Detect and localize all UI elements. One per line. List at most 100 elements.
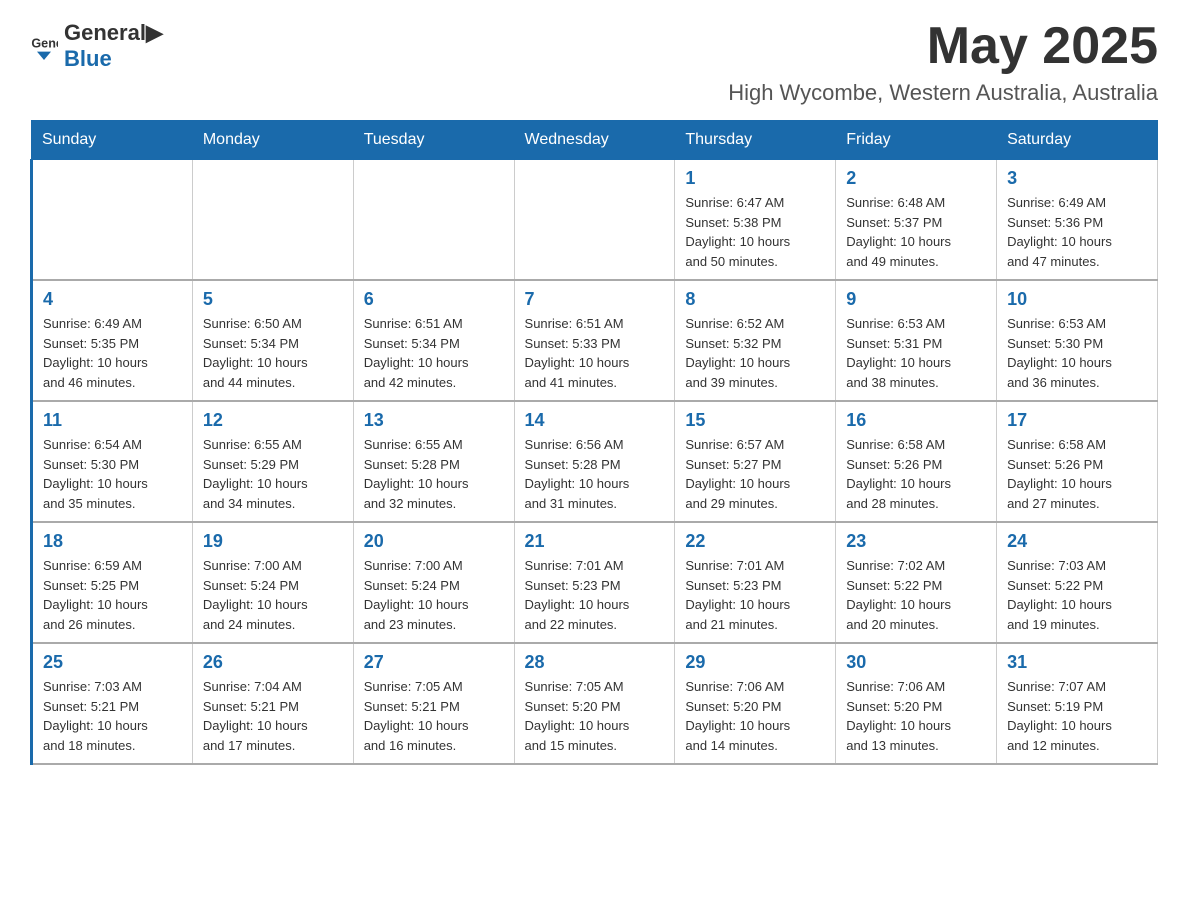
calendar-cell: 6 Sunrise: 6:51 AM Sunset: 5:34 PM Daylig… [353,280,514,401]
day-number: 30 [846,652,986,673]
header-day-thursday: Thursday [675,121,836,160]
day-number: 9 [846,289,986,310]
calendar-cell: 29 Sunrise: 7:06 AM Sunset: 5:20 PM Dayli… [675,643,836,764]
header-day-tuesday: Tuesday [353,121,514,160]
day-info: Sunrise: 6:54 AM Sunset: 5:30 PM Dayligh… [43,435,182,513]
day-info: Sunrise: 6:53 AM Sunset: 5:30 PM Dayligh… [1007,314,1147,392]
logo: General General▶ Blue [30,20,163,72]
day-info: Sunrise: 7:05 AM Sunset: 5:21 PM Dayligh… [364,677,504,755]
day-info: Sunrise: 6:58 AM Sunset: 5:26 PM Dayligh… [1007,435,1147,513]
header-day-monday: Monday [192,121,353,160]
calendar-cell: 20 Sunrise: 7:00 AM Sunset: 5:24 PM Dayli… [353,522,514,643]
day-number: 11 [43,410,182,431]
calendar-cell: 27 Sunrise: 7:05 AM Sunset: 5:21 PM Dayli… [353,643,514,764]
day-info: Sunrise: 6:50 AM Sunset: 5:34 PM Dayligh… [203,314,343,392]
calendar-cell: 17 Sunrise: 6:58 AM Sunset: 5:26 PM Dayli… [997,401,1158,522]
calendar-cell [514,160,675,281]
day-info: Sunrise: 7:07 AM Sunset: 5:19 PM Dayligh… [1007,677,1147,755]
day-info: Sunrise: 7:06 AM Sunset: 5:20 PM Dayligh… [685,677,825,755]
day-number: 10 [1007,289,1147,310]
header-day-friday: Friday [836,121,997,160]
day-info: Sunrise: 7:02 AM Sunset: 5:22 PM Dayligh… [846,556,986,634]
day-info: Sunrise: 6:55 AM Sunset: 5:29 PM Dayligh… [203,435,343,513]
calendar-cell: 7Sunrise: 6:51 AM Sunset: 5:33 PM Daylig… [514,280,675,401]
calendar-cell: 19Sunrise: 7:00 AM Sunset: 5:24 PM Dayli… [192,522,353,643]
day-number: 25 [43,652,182,673]
day-number: 7 [525,289,665,310]
calendar-cell [353,160,514,281]
day-info: Sunrise: 6:55 AM Sunset: 5:28 PM Dayligh… [364,435,504,513]
calendar-cell: 13 Sunrise: 6:55 AM Sunset: 5:28 PM Dayli… [353,401,514,522]
calendar-cell: 21 Sunrise: 7:01 AM Sunset: 5:23 PM Dayli… [514,522,675,643]
day-number: 3 [1007,168,1147,189]
calendar-cell: 22 Sunrise: 7:01 AM Sunset: 5:23 PM Dayli… [675,522,836,643]
logo-flag: ▶ [146,20,163,45]
day-number: 6 [364,289,504,310]
week-row-5: 25 Sunrise: 7:03 AM Sunset: 5:21 PM Dayli… [32,643,1158,764]
day-number: 13 [364,410,504,431]
day-info: Sunrise: 6:58 AM Sunset: 5:26 PM Dayligh… [846,435,986,513]
day-info: Sunrise: 7:03 AM Sunset: 5:21 PM Dayligh… [43,677,182,755]
day-number: 28 [525,652,665,673]
day-info: Sunrise: 6:48 AM Sunset: 5:37 PM Dayligh… [846,193,986,271]
logo-general-text: General [64,20,146,45]
calendar-cell: 2 Sunrise: 6:48 AM Sunset: 5:37 PM Daylig… [836,160,997,281]
day-info: Sunrise: 6:56 AM Sunset: 5:28 PM Dayligh… [525,435,665,513]
day-number: 24 [1007,531,1147,552]
day-number: 21 [525,531,665,552]
day-number: 17 [1007,410,1147,431]
day-number: 16 [846,410,986,431]
day-number: 29 [685,652,825,673]
calendar-cell: 11 Sunrise: 6:54 AM Sunset: 5:30 PM Dayli… [32,401,193,522]
day-number: 2 [846,168,986,189]
day-info: Sunrise: 6:59 AM Sunset: 5:25 PM Dayligh… [43,556,182,634]
calendar-cell: 12 Sunrise: 6:55 AM Sunset: 5:29 PM Dayli… [192,401,353,522]
calendar-cell: 30 Sunrise: 7:06 AM Sunset: 5:20 PM Dayli… [836,643,997,764]
day-info: Sunrise: 7:03 AM Sunset: 5:22 PM Dayligh… [1007,556,1147,634]
day-number: 12 [203,410,343,431]
calendar-cell: 31Sunrise: 7:07 AM Sunset: 5:19 PM Dayli… [997,643,1158,764]
day-number: 15 [685,410,825,431]
calendar-cell: 25 Sunrise: 7:03 AM Sunset: 5:21 PM Dayli… [32,643,193,764]
calendar-cell: 9 Sunrise: 6:53 AM Sunset: 5:31 PM Daylig… [836,280,997,401]
day-number: 22 [685,531,825,552]
day-info: Sunrise: 7:06 AM Sunset: 5:20 PM Dayligh… [846,677,986,755]
day-number: 14 [525,410,665,431]
calendar-cell: 28 Sunrise: 7:05 AM Sunset: 5:20 PM Dayli… [514,643,675,764]
page-header: General General▶ Blue May 2025 [30,20,1158,72]
calendar-cell: 15 Sunrise: 6:57 AM Sunset: 5:27 PM Dayli… [675,401,836,522]
day-info: Sunrise: 7:04 AM Sunset: 5:21 PM Dayligh… [203,677,343,755]
calendar-cell: 24 Sunrise: 7:03 AM Sunset: 5:22 PM Dayli… [997,522,1158,643]
day-number: 27 [364,652,504,673]
day-number: 18 [43,531,182,552]
day-info: Sunrise: 6:49 AM Sunset: 5:35 PM Dayligh… [43,314,182,392]
day-info: Sunrise: 7:00 AM Sunset: 5:24 PM Dayligh… [203,556,343,634]
calendar-cell: 5Sunrise: 6:50 AM Sunset: 5:34 PM Daylig… [192,280,353,401]
day-info: Sunrise: 7:01 AM Sunset: 5:23 PM Dayligh… [525,556,665,634]
day-info: Sunrise: 6:53 AM Sunset: 5:31 PM Dayligh… [846,314,986,392]
day-info: Sunrise: 6:47 AM Sunset: 5:38 PM Dayligh… [685,193,825,271]
calendar-cell [32,160,193,281]
day-info: Sunrise: 6:51 AM Sunset: 5:34 PM Dayligh… [364,314,504,392]
week-row-3: 11 Sunrise: 6:54 AM Sunset: 5:30 PM Dayli… [32,401,1158,522]
day-info: Sunrise: 7:01 AM Sunset: 5:23 PM Dayligh… [685,556,825,634]
day-info: Sunrise: 7:00 AM Sunset: 5:24 PM Dayligh… [364,556,504,634]
calendar-cell: 14 Sunrise: 6:56 AM Sunset: 5:28 PM Dayli… [514,401,675,522]
day-number: 1 [685,168,825,189]
calendar-cell: 23Sunrise: 7:02 AM Sunset: 5:22 PM Dayli… [836,522,997,643]
calendar-cell [192,160,353,281]
calendar-cell: 4 Sunrise: 6:49 AM Sunset: 5:35 PM Daylig… [32,280,193,401]
day-info: Sunrise: 7:05 AM Sunset: 5:20 PM Dayligh… [525,677,665,755]
svg-text:General: General [31,36,58,50]
week-row-4: 18 Sunrise: 6:59 AM Sunset: 5:25 PM Dayli… [32,522,1158,643]
day-number: 4 [43,289,182,310]
month-title: May 2025 [927,20,1158,72]
day-info: Sunrise: 6:57 AM Sunset: 5:27 PM Dayligh… [685,435,825,513]
day-info: Sunrise: 6:49 AM Sunset: 5:36 PM Dayligh… [1007,193,1147,271]
day-info: Sunrise: 6:52 AM Sunset: 5:32 PM Dayligh… [685,314,825,392]
calendar-cell: 18 Sunrise: 6:59 AM Sunset: 5:25 PM Dayli… [32,522,193,643]
day-number: 20 [364,531,504,552]
header-day-wednesday: Wednesday [514,121,675,160]
week-row-1: 1 Sunrise: 6:47 AM Sunset: 5:38 PM Daylig… [32,160,1158,281]
header-day-sunday: Sunday [32,121,193,160]
